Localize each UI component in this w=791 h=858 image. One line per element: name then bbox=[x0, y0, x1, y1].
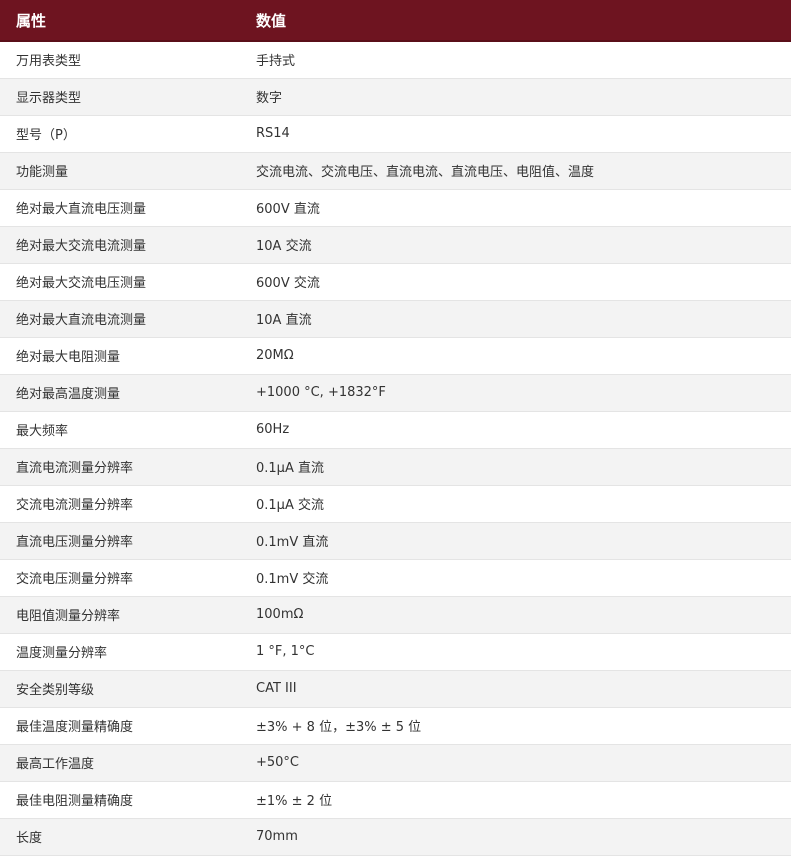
row-value: 600V 交流 bbox=[240, 263, 791, 301]
table-row: 直流电流测量分辨率 0.1μA 直流 bbox=[0, 448, 791, 486]
table-row: 温度测量分辨率 1 °F, 1°C bbox=[0, 633, 791, 671]
table-row: 绝对最大交流电压测量 600V 交流 bbox=[0, 263, 791, 301]
table-row: 万用表类型 手持式 bbox=[0, 41, 791, 79]
row-attribute: 最佳温度测量精确度 bbox=[0, 707, 240, 745]
row-attribute: 绝对最大交流电压测量 bbox=[0, 263, 240, 301]
table-row: 绝对最高温度测量 +1000 °C, +1832°F bbox=[0, 374, 791, 412]
header-attribute: 属性 bbox=[0, 0, 240, 42]
table-row: 电阻值测量分辨率 100mΩ bbox=[0, 596, 791, 634]
row-value: 10A 直流 bbox=[240, 300, 791, 338]
row-value: 0.1mV 直流 bbox=[240, 522, 791, 560]
row-attribute: 绝对最大直流电压测量 bbox=[0, 189, 240, 227]
header-row: 属性 数值 bbox=[0, 0, 791, 42]
row-value: 100mΩ bbox=[240, 596, 791, 634]
table-row: 型号（P） RS14 bbox=[0, 115, 791, 153]
row-attribute: 最高工作温度 bbox=[0, 744, 240, 782]
table-row: 长度 70mm bbox=[0, 818, 791, 856]
row-value: 数字 bbox=[240, 78, 791, 116]
row-attribute: 型号（P） bbox=[0, 115, 240, 153]
table-body: 万用表类型 手持式 显示器类型 数字 型号（P） RS14 功能测量 交流电流、交流电压、直流… bbox=[0, 41, 791, 856]
row-value: 10A 交流 bbox=[240, 226, 791, 264]
row-attribute: 最佳电阻测量精确度 bbox=[0, 781, 240, 819]
row-attribute: 绝对最大直流电流测量 bbox=[0, 300, 240, 338]
row-value: CAT III bbox=[240, 670, 791, 708]
spec-table: 属性 数值 万用表类型 手持式 显示器类型 数字 型号（P） RS14 功能测量 交流电流、交… bbox=[0, 0, 791, 856]
row-value: ±3% + 8 位，±3% ± 5 位 bbox=[240, 707, 791, 745]
row-value: RS14 bbox=[240, 115, 791, 153]
row-attribute: 电阻值测量分辨率 bbox=[0, 596, 240, 634]
row-attribute: 绝对最高温度测量 bbox=[0, 374, 240, 412]
row-value: +50°C bbox=[240, 744, 791, 782]
row-value: 0.1mV 交流 bbox=[240, 559, 791, 597]
row-attribute: 交流电压测量分辨率 bbox=[0, 559, 240, 597]
row-value: 0.1μA 直流 bbox=[240, 448, 791, 486]
row-attribute: 最大频率 bbox=[0, 411, 240, 449]
row-value: ±1% ± 2 位 bbox=[240, 781, 791, 819]
table-row: 交流电流测量分辨率 0.1μA 交流 bbox=[0, 485, 791, 523]
row-attribute: 万用表类型 bbox=[0, 41, 240, 79]
row-attribute: 绝对最大交流电流测量 bbox=[0, 226, 240, 264]
table-row: 绝对最大电阻测量 20MΩ bbox=[0, 337, 791, 375]
row-attribute: 直流电压测量分辨率 bbox=[0, 522, 240, 560]
row-value: 70mm bbox=[240, 818, 791, 856]
row-attribute: 交流电流测量分辨率 bbox=[0, 485, 240, 523]
row-value: 交流电流、交流电压、直流电流、直流电压、电阻值、温度 bbox=[240, 152, 791, 190]
table-row: 功能测量 交流电流、交流电压、直流电流、直流电压、电阻值、温度 bbox=[0, 152, 791, 190]
row-value: 手持式 bbox=[240, 41, 791, 79]
table-row: 安全类别等级 CAT III bbox=[0, 670, 791, 708]
table-row: 绝对最大直流电压测量 600V 直流 bbox=[0, 189, 791, 227]
table-row: 最大频率 60Hz bbox=[0, 411, 791, 449]
table-row: 最高工作温度 +50°C bbox=[0, 744, 791, 782]
table-row: 最佳温度测量精确度 ±3% + 8 位，±3% ± 5 位 bbox=[0, 707, 791, 745]
header-value: 数值 bbox=[240, 0, 791, 42]
row-value: 0.1μA 交流 bbox=[240, 485, 791, 523]
row-attribute: 安全类别等级 bbox=[0, 670, 240, 708]
table-row: 显示器类型 数字 bbox=[0, 78, 791, 116]
row-value: 600V 直流 bbox=[240, 189, 791, 227]
table-row: 最佳电阻测量精确度 ±1% ± 2 位 bbox=[0, 781, 791, 819]
table-row: 绝对最大直流电流测量 10A 直流 bbox=[0, 300, 791, 338]
row-value: +1000 °C, +1832°F bbox=[240, 374, 791, 412]
row-attribute: 显示器类型 bbox=[0, 78, 240, 116]
table-header: 属性 数值 bbox=[0, 0, 791, 42]
table-row: 绝对最大交流电流测量 10A 交流 bbox=[0, 226, 791, 264]
row-attribute: 温度测量分辨率 bbox=[0, 633, 240, 671]
row-value: 60Hz bbox=[240, 411, 791, 449]
row-attribute: 长度 bbox=[0, 818, 240, 856]
row-attribute: 直流电流测量分辨率 bbox=[0, 448, 240, 486]
row-attribute: 绝对最大电阻测量 bbox=[0, 337, 240, 375]
row-attribute: 功能测量 bbox=[0, 152, 240, 190]
row-value: 1 °F, 1°C bbox=[240, 633, 791, 671]
table-row: 直流电压测量分辨率 0.1mV 直流 bbox=[0, 522, 791, 560]
row-value: 20MΩ bbox=[240, 337, 791, 375]
table-row: 交流电压测量分辨率 0.1mV 交流 bbox=[0, 559, 791, 597]
